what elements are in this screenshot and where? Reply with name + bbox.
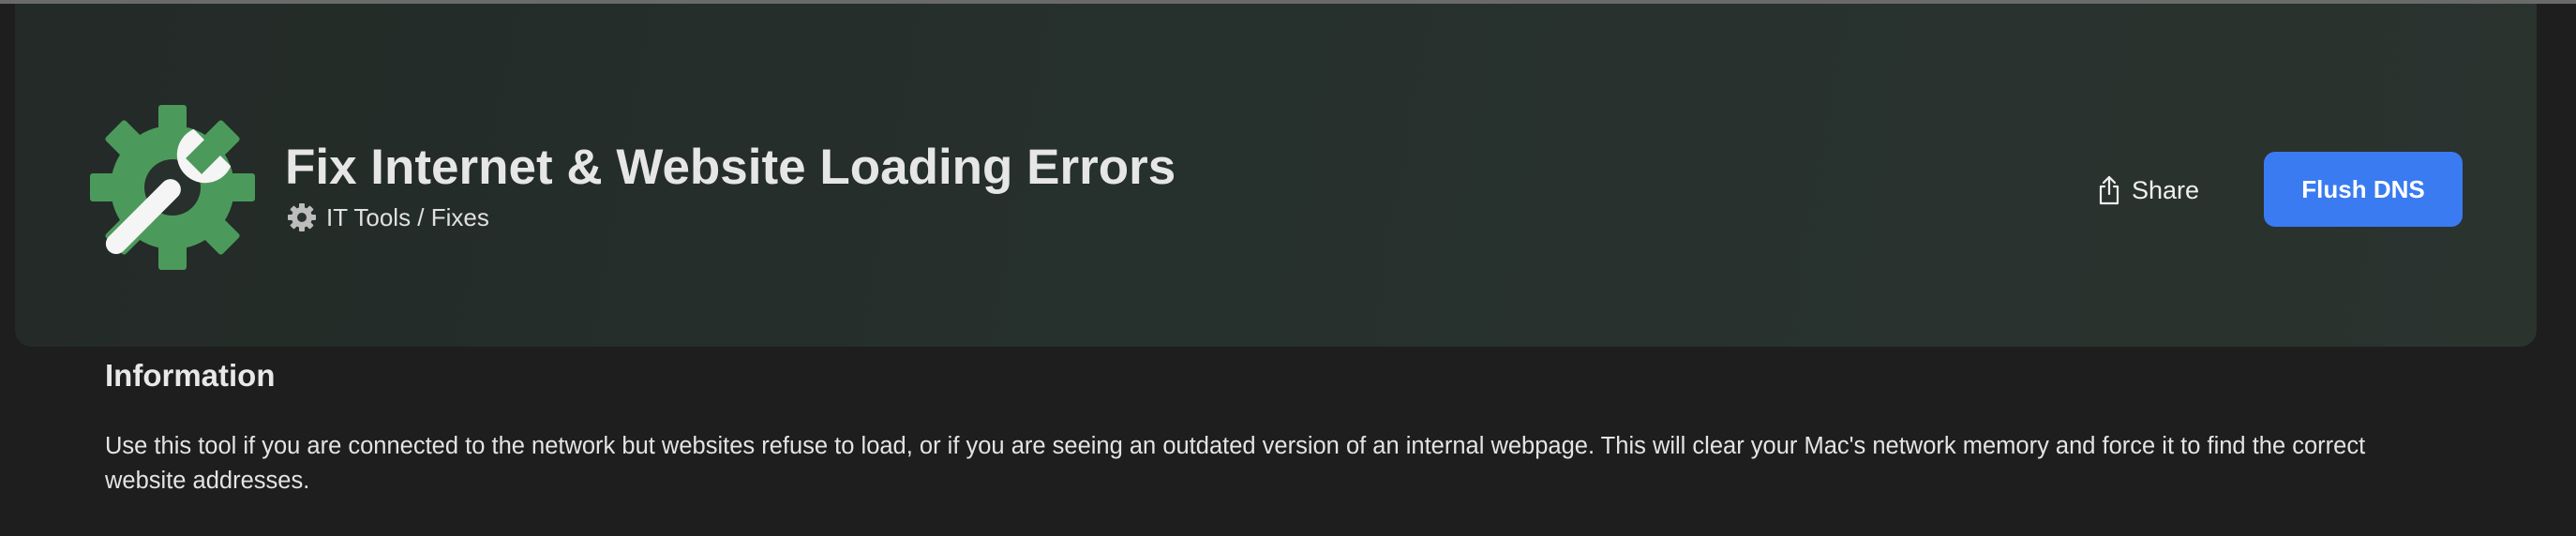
share-icon: [2099, 175, 2119, 205]
information-body: Use this tool if you are connected to th…: [105, 433, 2366, 494]
information-heading: Information: [105, 358, 276, 393]
wrench-gear-icon: [90, 105, 255, 270]
share-button[interactable]: Share: [2090, 167, 2205, 214]
gear-icon: [288, 203, 316, 231]
breadcrumb: IT Tools / Fixes: [287, 202, 489, 232]
share-label: Share: [2132, 175, 2200, 204]
breadcrumb-label: IT Tools / Fixes: [326, 202, 489, 231]
page-title: Fix Internet & Website Loading Errors: [285, 140, 1176, 195]
flush-dns-button[interactable]: Flush DNS: [2264, 152, 2463, 227]
